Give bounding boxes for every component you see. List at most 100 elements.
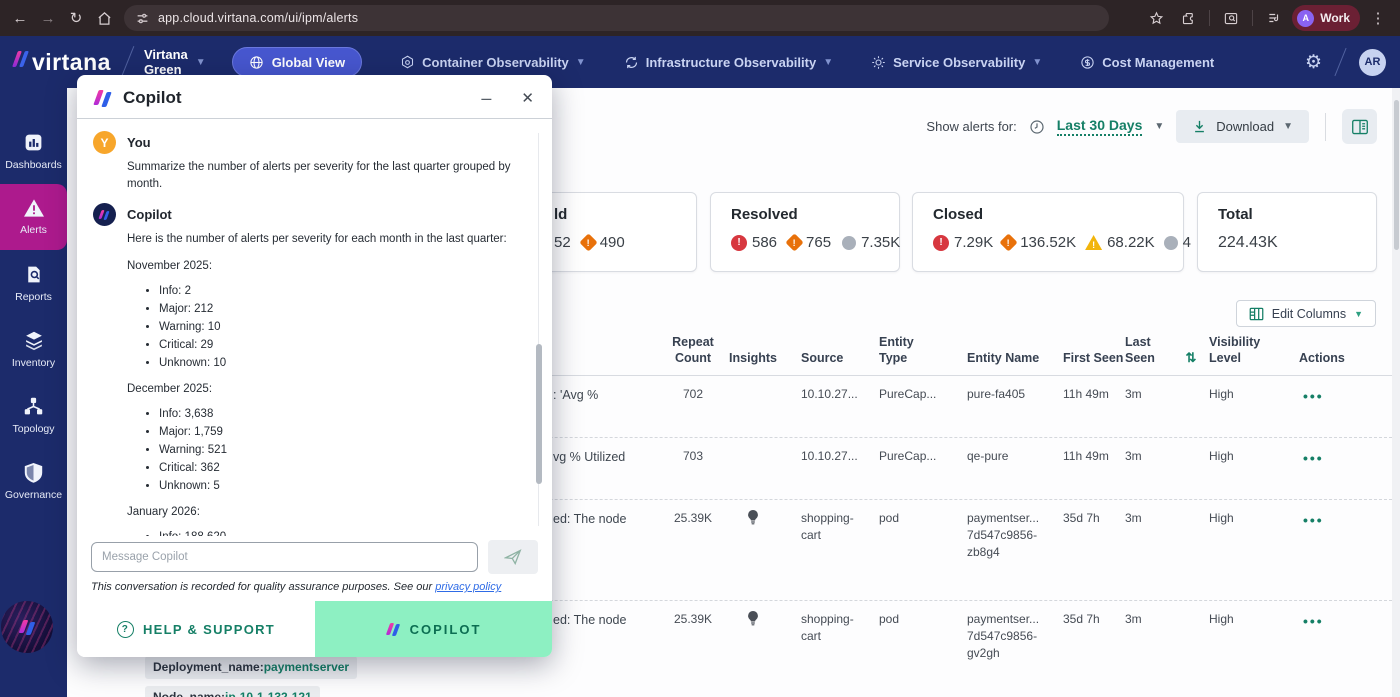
home-icon[interactable] <box>90 4 118 32</box>
critical-severity-icon: ! <box>933 234 949 251</box>
virtana-badge-logo[interactable] <box>1 601 53 653</box>
source-cell: shopping-cart <box>801 611 854 643</box>
sort-indicator[interactable]: ⇅ <box>1173 346 1209 367</box>
time-range-selector[interactable]: Last 30 Days <box>1056 117 1143 136</box>
settings-gear-icon[interactable]: ⚙ <box>1305 51 1322 74</box>
browser-chrome: ← → ↻ app.cloud.virtana.com/ui/ipm/alert… <box>0 0 1400 36</box>
browser-profile[interactable]: A Work <box>1292 5 1360 31</box>
copilot-message-header: Copilot <box>93 203 526 226</box>
column-header-entity-name[interactable]: Entity Name <box>953 346 1045 366</box>
user-message-header: Y You <box>93 131 526 154</box>
virtana-brand[interactable]: virtana <box>0 48 111 76</box>
column-header-visibility-level[interactable]: Visibility Level <box>1209 330 1289 367</box>
topology-icon <box>24 397 43 414</box>
list-item: Major: 212 <box>159 300 526 318</box>
summary-card-partial[interactable]: ld 52 ! 490 <box>533 192 697 272</box>
side-search-icon[interactable] <box>1217 4 1245 32</box>
bookmark-star-icon[interactable] <box>1142 4 1170 32</box>
download-button[interactable]: Download ▼ <box>1176 110 1309 143</box>
minimize-icon[interactable]: – <box>481 89 491 107</box>
tag-chip[interactable]: Deployment_name:paymentserver <box>145 655 358 679</box>
copilot-message-input[interactable] <box>91 542 478 572</box>
sidebar-item-alerts[interactable]: Alerts <box>0 184 67 250</box>
download-label: Download <box>1216 119 1275 134</box>
send-button[interactable] <box>488 540 538 574</box>
row-actions-menu[interactable]: ••• <box>1289 438 1353 468</box>
nav-infrastructure-observability[interactable]: Infrastructure Observability ▼ <box>624 55 833 70</box>
book-panel-icon <box>1351 119 1368 134</box>
info-severity-icon <box>1163 235 1178 250</box>
left-sidebar: Dashboards Alerts Reports Inventory Topo… <box>0 88 67 697</box>
global-view-button[interactable]: Global View <box>231 47 363 77</box>
url-bar[interactable]: app.cloud.virtana.com/ui/ipm/alerts <box>124 5 1109 31</box>
column-header-insights[interactable]: Insights <box>721 346 785 366</box>
sidebar-item-dashboards[interactable]: Dashboards <box>0 118 67 184</box>
copilot-tab[interactable]: COPILOT <box>315 601 552 657</box>
side-panel-toggle-button[interactable] <box>1342 109 1377 144</box>
recording-disclaimer: This conversation is recorded for qualit… <box>91 581 502 593</box>
close-icon[interactable]: ✕ <box>521 89 534 107</box>
globe-icon <box>250 55 263 69</box>
row-actions-menu[interactable]: ••• <box>1289 500 1353 530</box>
cycle-icon <box>625 56 637 68</box>
row-actions-menu[interactable]: ••• <box>1289 376 1353 406</box>
nav-cost-management[interactable]: Cost Management <box>1080 55 1214 70</box>
dashboard-icon <box>25 134 42 150</box>
column-header-source[interactable]: Source <box>785 346 865 366</box>
column-header-first-seen[interactable]: First Seen <box>1045 346 1125 366</box>
tab-list-icon[interactable] <box>1260 4 1288 32</box>
column-header-actions[interactable]: Actions <box>1289 346 1353 366</box>
extensions-icon[interactable] <box>1174 4 1202 32</box>
row-actions-menu[interactable]: ••• <box>1289 601 1353 631</box>
sort-arrows-icon: ⇅ <box>1185 349 1197 365</box>
insights-cell[interactable] <box>721 601 785 631</box>
entity-name-cell: qe-pure <box>967 448 1009 463</box>
scrollbar-thumb[interactable] <box>1393 100 1399 250</box>
column-header-last-seen[interactable]: Last Seen <box>1125 330 1173 367</box>
month-heading: December 2025: <box>127 383 213 395</box>
edit-columns-button[interactable]: Edit Columns ▼ <box>1235 300 1376 327</box>
copilot-chat-area[interactable]: Y You Summarize the number of alerts per… <box>77 119 552 536</box>
sidebar-item-reports[interactable]: Reports <box>0 250 67 316</box>
nav-service-observability[interactable]: Service Observability ▼ <box>871 55 1042 70</box>
tag-chip[interactable]: Node_name:ip-10-1-132-121 <box>145 685 320 697</box>
divider <box>1325 112 1326 141</box>
workspace-selector[interactable]: Virtana Green ▼ <box>144 47 206 77</box>
reload-icon[interactable]: ↻ <box>62 4 90 32</box>
chevron-down-icon: ▼ <box>823 56 834 68</box>
entity-name-cell: paymentser... 7d547c9856-zb8g4 <box>967 510 1040 560</box>
divider <box>120 46 135 78</box>
major-severity-icon: ! <box>578 233 598 252</box>
nav-item-label: Container Observability <box>422 54 569 70</box>
chat-scrollbar-thumb[interactable] <box>536 344 542 484</box>
summary-card-closed[interactable]: Closed ! 7.29K ! 136.52K ! 68.22K 4 <box>912 192 1191 272</box>
copilot-title: Copilot <box>123 88 182 107</box>
insights-cell[interactable] <box>721 500 785 530</box>
list-item: Warning: 10 <box>159 318 526 336</box>
chevron-down-icon: ▼ <box>575 56 586 68</box>
nav-item-label: Cost Management <box>1102 54 1215 70</box>
entity-type-cell: PureCap... <box>879 448 937 463</box>
hexagon-icon <box>402 55 414 68</box>
virtana-logo-icon <box>18 619 35 635</box>
chevron-down-icon[interactable]: ▼ <box>1154 121 1164 132</box>
list-item: Info: 3,638 <box>159 405 526 423</box>
sidebar-item-inventory[interactable]: Inventory <box>0 316 67 382</box>
help-support-tab[interactable]: ? HELP & SUPPORT <box>77 601 315 657</box>
browser-menu-icon[interactable]: ⋮ <box>1364 4 1392 32</box>
summary-card-resolved[interactable]: Resolved ! 586 ! 765 7.35K <box>710 192 900 272</box>
privacy-policy-link[interactable]: privacy policy <box>435 581 501 593</box>
alert-message-fragment: : 'Avg % <box>553 387 599 402</box>
summary-card-total[interactable]: Total 224.43K <box>1197 192 1377 272</box>
back-icon[interactable]: ← <box>6 4 34 32</box>
sidebar-item-topology[interactable]: Topology <box>0 382 67 448</box>
sender-name: Copilot <box>127 207 172 222</box>
sidebar-item-governance[interactable]: Governance <box>0 448 67 514</box>
source-cell: shopping-cart <box>801 510 854 542</box>
column-header-repeat-count[interactable]: Repeat Count <box>665 330 721 367</box>
user-avatar[interactable]: AR <box>1359 48 1386 76</box>
nav-container-observability[interactable]: Container Observability ▼ <box>400 55 586 70</box>
column-header-entity-type[interactable]: Entity Type <box>865 330 953 367</box>
forward-icon[interactable]: → <box>34 4 62 32</box>
page-scrollbar[interactable] <box>1392 88 1400 697</box>
